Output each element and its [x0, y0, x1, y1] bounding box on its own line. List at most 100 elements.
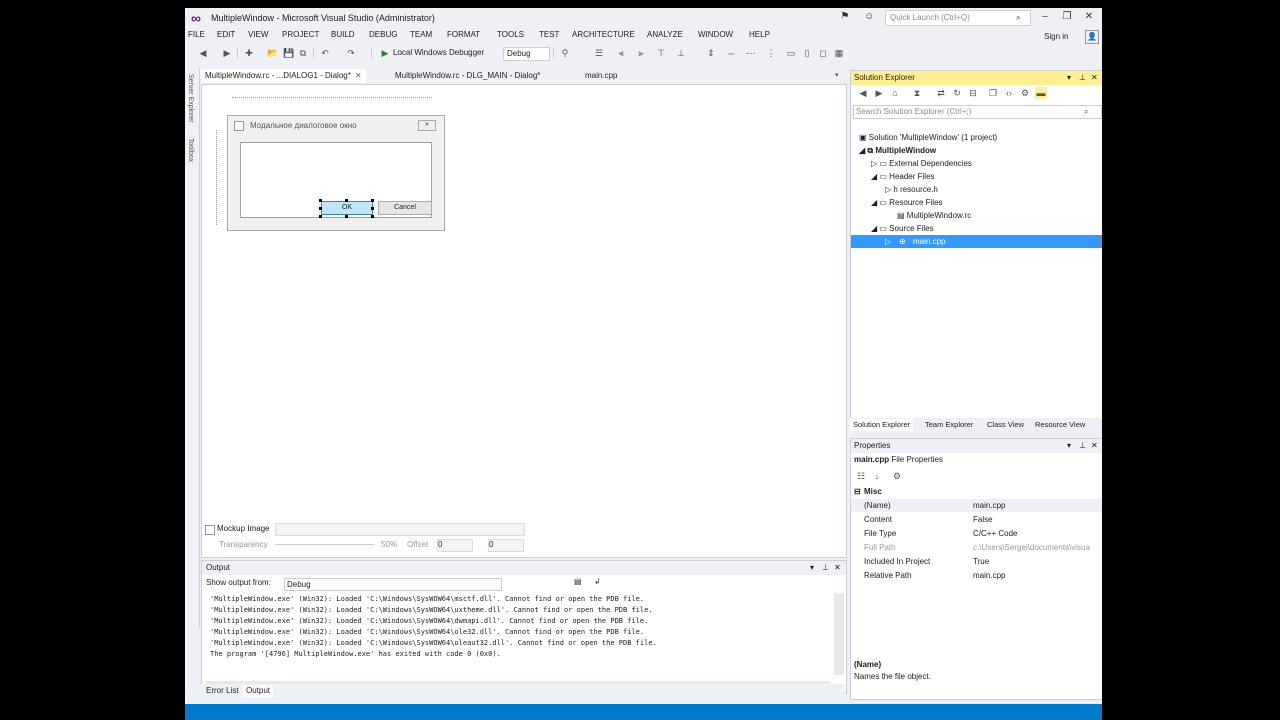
team-explorer-tab[interactable]: Team Explorer	[922, 419, 976, 431]
run-target-label[interactable]: Local Windows Debugger	[393, 47, 484, 59]
preview-icon[interactable]: ▬	[1035, 87, 1047, 99]
menu-build[interactable]: BUILD	[331, 30, 355, 39]
resize-handle[interactable]	[371, 199, 374, 202]
resize-handle[interactable]	[319, 207, 322, 210]
pin-icon[interactable]: ⊥	[1079, 71, 1086, 85]
close-button[interactable]: ✕	[1081, 10, 1097, 24]
menu-view[interactable]: VIEW	[248, 30, 268, 39]
menu-debug[interactable]: DEBUG	[369, 30, 397, 39]
dialog-designer-surface[interactable]: Модальное диалоговое окно ✕ OK Cancel	[201, 84, 847, 558]
property-pages-icon[interactable]: ⚙	[891, 470, 903, 482]
close-panel-icon[interactable]: ✕	[1091, 439, 1098, 453]
pending-changes-filter-icon[interactable]: ⧗	[911, 87, 923, 99]
account-icon[interactable]: 👤	[1085, 30, 1099, 44]
dialog-preview[interactable]: Модальное диалоговое окно ✕ OK Cancel	[227, 115, 445, 231]
make-same-size-icon[interactable]: ◻	[817, 47, 829, 59]
home-icon[interactable]: ⌂	[889, 87, 901, 99]
menu-project[interactable]: PROJECT	[282, 30, 319, 39]
resize-handle[interactable]	[319, 215, 322, 218]
class-view-tab[interactable]: Class View	[984, 419, 1027, 431]
menu-analyze[interactable]: ANALYZE	[647, 30, 683, 39]
mockup-image-path-field[interactable]	[275, 523, 525, 536]
categorized-icon[interactable]: ☷	[855, 470, 867, 482]
output-vertical-scrollbar[interactable]	[834, 593, 844, 675]
forward-icon[interactable]: ▶	[221, 47, 233, 59]
expand-arrow-icon[interactable]: ▷	[871, 159, 877, 168]
property-row[interactable]: Full Path c:\Users\Sergei\documents\visua	[851, 541, 1102, 554]
align-right-icon[interactable]: ⫸	[635, 47, 647, 59]
expand-arrow-icon[interactable]: ▷	[885, 235, 891, 248]
align-bottom-icon[interactable]: ⊥	[675, 47, 687, 59]
tree-node-resource-h[interactable]: ▷ h resource.h	[885, 183, 938, 196]
window-position-icon[interactable]: ▾	[1067, 439, 1071, 453]
align-left-icon[interactable]: ⫷	[615, 47, 627, 59]
expand-arrow-icon[interactable]: ◢	[859, 146, 865, 155]
tree-node-project[interactable]: ◢ ⧉ MultipleWindow	[859, 144, 936, 157]
show-all-files-icon[interactable]: ❐	[987, 87, 999, 99]
space-down-icon[interactable]: ⋮	[765, 47, 777, 59]
menu-edit[interactable]: EDIT	[217, 30, 235, 39]
tree-node-main-cpp[interactable]: ▷ ⊕ main.cpp	[851, 235, 1102, 248]
pin-icon[interactable]: ▾	[810, 561, 814, 575]
refresh-icon[interactable]: ↻	[951, 87, 963, 99]
resize-handle[interactable]	[319, 199, 322, 202]
forward-icon[interactable]: ▶	[873, 87, 885, 99]
undo-icon[interactable]: ↶	[319, 47, 331, 59]
property-category[interactable]: ⊟ Misc	[851, 485, 1102, 498]
resize-handle[interactable]	[371, 215, 374, 218]
dialog-ok-button[interactable]: OK	[321, 201, 373, 215]
window-position-icon[interactable]: ▾	[1067, 71, 1071, 85]
expand-arrow-icon[interactable]: ◢	[871, 172, 877, 181]
doc-tab-dialog1[interactable]: MultipleWindow.rc - ...DIALOG1 - Dialog*…	[201, 69, 366, 83]
minimize-button[interactable]: –	[1037, 10, 1053, 24]
solution-search-input[interactable]: Search Solution Explorer (Ctrl+;) ⌕	[853, 105, 1102, 119]
expand-arrow-icon[interactable]: ◢	[871, 198, 877, 207]
menu-window[interactable]: WINDOW	[698, 30, 733, 39]
menu-help[interactable]: HELP	[749, 30, 770, 39]
expand-arrow-icon[interactable]: ◢	[871, 224, 877, 233]
mockup-image-checkbox[interactable]	[205, 525, 215, 535]
close-panel-icon[interactable]: ✕	[1091, 71, 1098, 85]
solution-configuration-select[interactable]: Debug	[503, 47, 550, 61]
menu-format[interactable]: FORMAT	[447, 30, 480, 39]
property-value[interactable]: C/C++ Code	[973, 527, 1017, 540]
resize-handle[interactable]	[371, 207, 374, 210]
offset-x-field[interactable]: 0	[437, 539, 473, 552]
notifications-flag-icon[interactable]: ⚑	[837, 10, 853, 24]
new-project-icon[interactable]: ✚	[243, 47, 255, 59]
start-debugging-icon[interactable]: ▶	[379, 47, 391, 59]
dialog-cancel-button[interactable]: Cancel	[378, 201, 432, 215]
redo-icon[interactable]: ↷	[345, 47, 357, 59]
doc-tab-dlg-main[interactable]: MultipleWindow.rc - DLG_MAIN - Dialog*	[391, 69, 544, 83]
back-icon[interactable]: ◀	[197, 47, 209, 59]
properties-icon[interactable]: ⚙	[1019, 87, 1031, 99]
expand-arrow-icon[interactable]: ▷	[885, 185, 891, 194]
tree-node-external-deps[interactable]: ▷ ▭ External Dependencies	[871, 157, 972, 170]
close-tab-icon[interactable]: ✕	[355, 71, 362, 80]
error-list-tab[interactable]: Error List	[203, 685, 241, 697]
auto-hide-icon[interactable]: ⊥	[822, 561, 829, 575]
menu-architecture[interactable]: ARCHITECTURE	[572, 30, 635, 39]
solution-explorer-tab[interactable]: Solution Explorer	[850, 419, 914, 431]
clear-all-icon[interactable]: ▤	[574, 577, 582, 586]
center-horizontal-icon[interactable]: ⇔	[725, 47, 737, 59]
back-icon[interactable]: ◀	[857, 87, 869, 99]
property-value[interactable]: main.cpp	[973, 499, 1005, 512]
collapse-all-icon[interactable]: ⊟	[967, 87, 979, 99]
pin-icon[interactable]: ⊥	[1079, 439, 1086, 453]
tree-node-source-files[interactable]: ◢ ▭ Source Files	[871, 222, 934, 235]
word-wrap-icon[interactable]: ↲	[594, 577, 601, 586]
collapse-icon[interactable]: ⊟	[854, 485, 861, 498]
layout-icon[interactable]: ☰	[593, 47, 605, 59]
properties-object-selector[interactable]: main.cpp File Properties	[854, 455, 943, 464]
resource-view-tab[interactable]: Resource View	[1032, 419, 1088, 431]
sync-icon[interactable]: ⇄	[935, 87, 947, 99]
find-icon[interactable]: ⚲	[559, 47, 571, 59]
offset-y-field[interactable]: 0	[488, 539, 524, 552]
doc-tab-main-cpp[interactable]: main.cpp	[581, 69, 621, 83]
view-code-icon[interactable]: ‹›	[1003, 87, 1015, 99]
align-top-icon[interactable]: ⊤	[655, 47, 667, 59]
save-icon[interactable]: 💾	[283, 47, 295, 59]
open-file-icon[interactable]: 📂	[267, 47, 279, 59]
menu-team[interactable]: TEAM	[410, 30, 432, 39]
